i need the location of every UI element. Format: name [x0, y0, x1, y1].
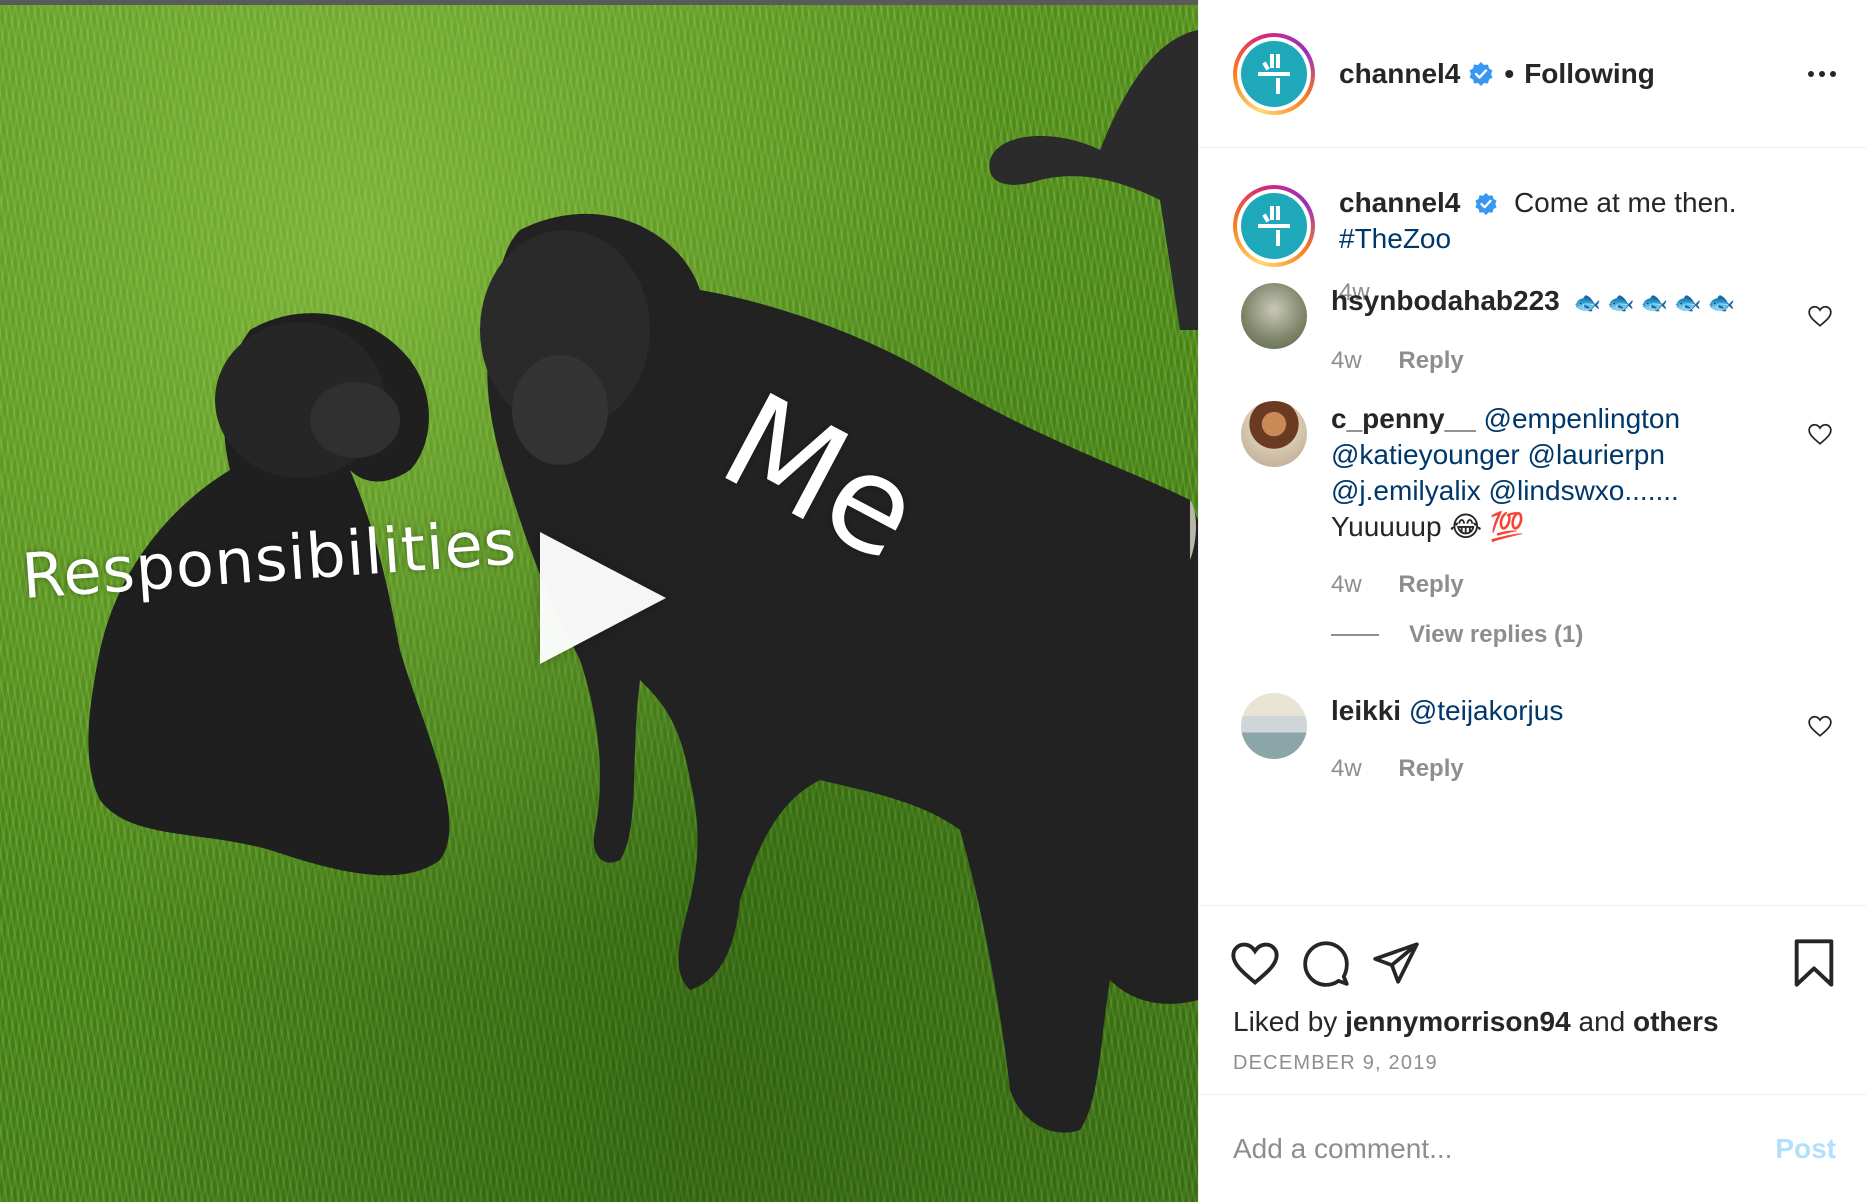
comment-item: hsynbodahab223 🐟 🐟 🐟 🐟 🐟 4w Reply — [1233, 283, 1833, 379]
post-video[interactable]: Responsibilities Me — [0, 0, 1198, 1202]
add-comment-bar: Post — [1199, 1094, 1866, 1202]
comment-text: Yuuuuup 😂 💯 — [1331, 511, 1525, 542]
comment-input[interactable] — [1233, 1132, 1776, 1165]
comment-like-heart-icon[interactable] — [1807, 421, 1833, 447]
comment-bubble-icon[interactable] — [1301, 938, 1351, 988]
save-bookmark-icon[interactable] — [1792, 937, 1836, 989]
likes-middle: and — [1578, 1006, 1626, 1037]
view-replies-label: View replies (1) — [1409, 621, 1584, 648]
verified-badge-icon — [1475, 192, 1497, 216]
comments-section[interactable]: channel4 Come at me then. #TheZoo 4w hsy… — [1199, 149, 1866, 904]
comment-age: 4w — [1331, 347, 1362, 374]
post-date: DECEMBER 9, 2019 — [1233, 1052, 1438, 1074]
comment-age: 4w — [1331, 755, 1362, 782]
post-side-panel: channel4 • Following channel4 Come at me… — [1198, 0, 1866, 1202]
comment-username[interactable]: hsynbodahab223 — [1331, 285, 1560, 316]
reply-button[interactable]: Reply — [1398, 571, 1463, 598]
commenter-avatar[interactable] — [1241, 283, 1307, 349]
verified-badge-icon — [1469, 61, 1493, 86]
caption-hashtag[interactable]: #TheZoo — [1339, 221, 1809, 257]
comment-mention[interactable]: @empenlington — [1484, 403, 1681, 434]
share-paper-plane-icon[interactable] — [1371, 938, 1421, 988]
header-username[interactable]: channel4 — [1339, 58, 1460, 90]
post-actions: Liked by jennymorrison94 and others DECE… — [1199, 905, 1866, 1075]
comment-item: leikki @teijakorjus 4w Reply — [1233, 693, 1833, 787]
reply-button[interactable]: Reply — [1398, 755, 1463, 782]
view-replies-button[interactable]: View replies (1) — [1331, 617, 1771, 653]
more-options-icon[interactable] — [1808, 61, 1836, 87]
instagram-post: Responsibilities Me channel4 • Following… — [0, 0, 1866, 1202]
header-separator: • — [1504, 57, 1515, 89]
comment-mention[interactable]: @katieyounger @laurierpn — [1331, 437, 1771, 473]
channel4-logo-icon — [1241, 40, 1307, 107]
comment-like-heart-icon[interactable] — [1807, 713, 1833, 739]
channel4-logo-icon — [1241, 193, 1307, 259]
likes-prefix: Liked by — [1233, 1006, 1338, 1037]
post-comment-button[interactable]: Post — [1775, 1133, 1836, 1165]
like-heart-icon[interactable] — [1229, 937, 1281, 989]
likes-summary: Liked by jennymorrison94 and others — [1199, 996, 1866, 1038]
liked-by-user[interactable]: jennymorrison94 — [1345, 1006, 1571, 1037]
reply-button[interactable]: Reply — [1398, 347, 1463, 374]
play-icon[interactable] — [540, 532, 666, 664]
comment-text: 🐟 🐟 🐟 🐟 🐟 — [1573, 290, 1735, 315]
caption-username[interactable]: channel4 — [1339, 187, 1460, 218]
comment-username[interactable]: leikki — [1331, 695, 1401, 726]
avatar[interactable] — [1233, 32, 1315, 115]
comment-like-heart-icon[interactable] — [1807, 303, 1833, 329]
caption-avatar[interactable] — [1233, 185, 1315, 267]
following-button[interactable]: Following — [1524, 58, 1655, 90]
comment-mention[interactable]: @j.emilyalix @lindswxo....... — [1331, 473, 1771, 509]
comment-item: c_penny__ @empenlington @katieyounger @l… — [1233, 401, 1833, 653]
post-header: channel4 • Following — [1199, 0, 1866, 148]
comment-mention[interactable]: @teijakorjus — [1409, 695, 1563, 726]
comment-username[interactable]: c_penny__ — [1331, 403, 1476, 434]
commenter-avatar[interactable] — [1241, 693, 1307, 759]
likes-others-link[interactable]: others — [1633, 1006, 1719, 1037]
commenter-avatar[interactable] — [1241, 401, 1307, 467]
caption-text: Come at me then. — [1513, 187, 1737, 218]
comment-age: 4w — [1331, 571, 1362, 598]
